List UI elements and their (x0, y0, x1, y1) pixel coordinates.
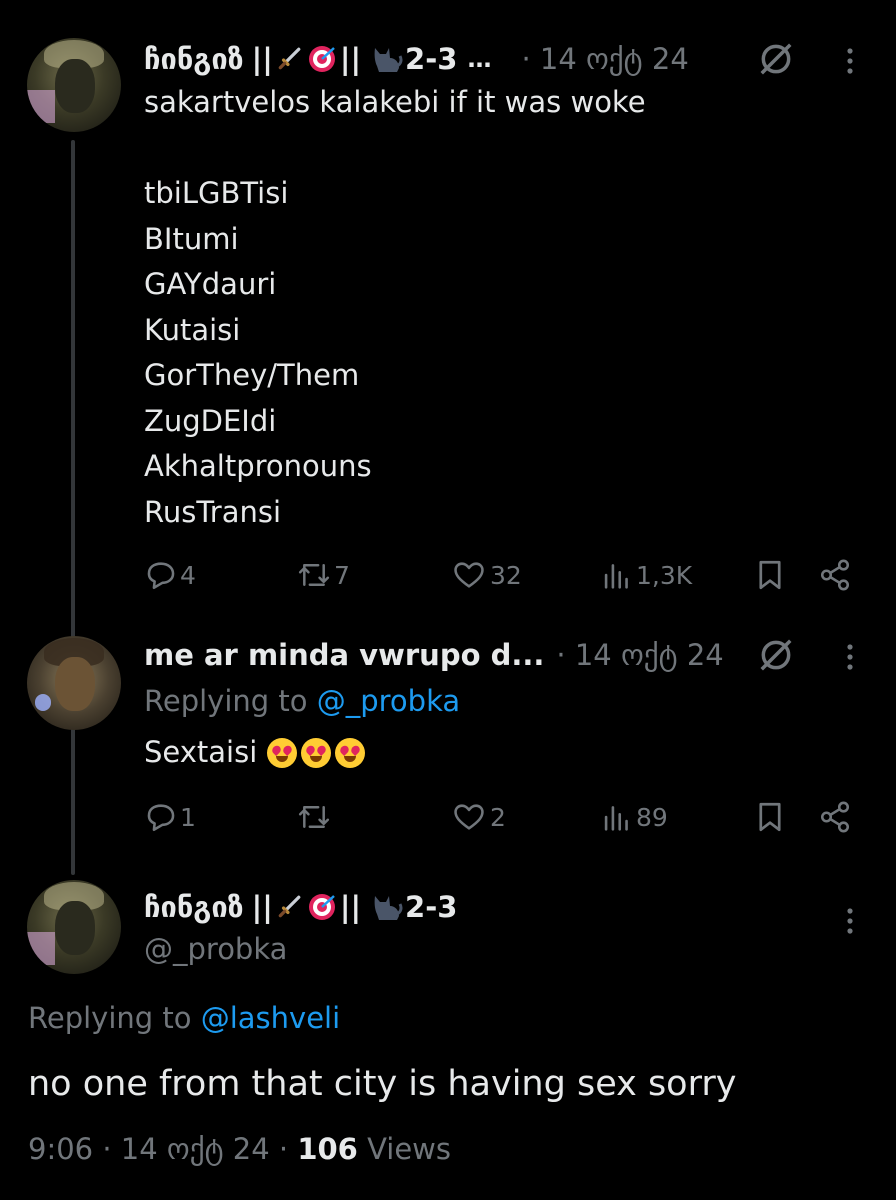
text-content: Sextaisi (144, 735, 258, 769)
reply-count: 1 (180, 802, 196, 832)
views-count: 89 (636, 802, 668, 832)
like-icon (454, 562, 484, 588)
text-line: sakartvelos kalakebi if it was woke (144, 85, 646, 119)
name-separator: || (251, 42, 273, 76)
text-line: Akhaltpronouns (144, 449, 372, 483)
tweet-meta: 9:06 · 14 ოქტ 24 · 106 Views (28, 1132, 451, 1166)
replying-handle-link[interactable]: @_probka (317, 684, 460, 718)
timestamp[interactable]: 9:06 · 14 ოქტ 24 · (28, 1132, 288, 1166)
author-handle[interactable]: @_probka (144, 932, 287, 966)
display-name[interactable]: ჩინგიზ (144, 42, 244, 76)
tweet-time[interactable]: · 14 ოქტ 24 (556, 638, 723, 672)
avatar[interactable] (27, 636, 121, 730)
replying-label: Replying to (144, 684, 308, 718)
name-suffix: 2-3 (405, 890, 458, 924)
reply-button[interactable]: 4 (144, 558, 196, 592)
like-count: 32 (490, 560, 522, 590)
bookmark-icon[interactable] (755, 558, 785, 592)
display-name[interactable]: me ar minda vwrupo d... (144, 638, 544, 672)
cat-icon (374, 48, 403, 72)
grok-icon[interactable] (757, 636, 795, 674)
repost-count: 7 (334, 560, 350, 590)
author-name[interactable]: ჩინგიზ || || 2-3 (144, 890, 457, 924)
views-icon (604, 564, 628, 589)
text-line: RusTransi (144, 494, 282, 529)
text-line: Kutaisi (144, 312, 241, 347)
like-icon (454, 804, 484, 830)
views-button[interactable]: 1,3K (602, 558, 692, 592)
heart-eyes-emoji (267, 730, 369, 776)
tweet-text: sakartvelos kalakebi if it was woke tbiL… (144, 80, 844, 535)
avatar[interactable] (27, 880, 121, 974)
replying-to: Replying to @lashveli (28, 1001, 340, 1035)
repost-icon (298, 564, 330, 586)
text-line: GAYdauri (144, 267, 277, 301)
like-button[interactable]: 32 (452, 558, 522, 592)
replying-label: Replying to (28, 1001, 192, 1035)
tweet-time[interactable]: · 14 ოქტ 24 (521, 42, 688, 76)
name-separator: || (339, 890, 362, 924)
like-button[interactable]: 2 (452, 800, 506, 834)
dagger-icon (278, 47, 301, 70)
target-icon (308, 894, 335, 920)
views-number: 106 (297, 1132, 358, 1166)
tweet-text: no one from that city is having sex sorr… (28, 1064, 737, 1104)
repost-button[interactable] (296, 800, 334, 834)
avatar[interactable] (27, 38, 121, 132)
text-line: GorThey/Them (144, 358, 360, 392)
cat-icon (374, 896, 403, 920)
share-icon[interactable] (818, 800, 852, 834)
reply-icon (147, 804, 175, 832)
replying-to: Replying to @_probka (144, 684, 460, 718)
more-icon[interactable] (840, 45, 860, 77)
text-line: ZugDEIdi (144, 403, 277, 438)
repost-button[interactable]: 7 (296, 558, 350, 592)
reply-button[interactable]: 1 (144, 800, 196, 834)
text-line: BItumi (144, 221, 239, 256)
tweet-text: Sextaisi (144, 730, 369, 776)
views-label: Views (367, 1132, 452, 1166)
more-icon[interactable] (840, 641, 860, 673)
views-icon (604, 806, 628, 831)
more-icon[interactable] (840, 905, 860, 937)
name-separator: || (251, 890, 273, 924)
reply-icon (147, 562, 175, 590)
views-button[interactable]: 89 (602, 800, 668, 834)
tweet-header: me ar minda vwrupo d... · 14 ოქტ 24 (144, 638, 724, 672)
display-name[interactable]: ჩინგიზ (144, 890, 244, 924)
dagger-icon (278, 895, 301, 918)
text-line: tbiLGBTisi (144, 176, 289, 210)
thread-line (71, 140, 75, 875)
share-icon[interactable] (818, 558, 852, 592)
text-line (144, 126, 844, 172)
views-count: 1,3K (636, 560, 693, 590)
name-ellipsis: … (467, 45, 492, 73)
tweet-header: ჩინგიზ || || 2-3 … · 14 ოქტ 24 (144, 42, 689, 76)
bookmark-icon[interactable] (755, 800, 785, 834)
like-count: 2 (490, 802, 506, 832)
name-separator: || (339, 42, 362, 76)
grok-icon[interactable] (757, 40, 795, 78)
reply-count: 4 (180, 560, 196, 590)
replying-handle-link[interactable]: @lashveli (201, 1001, 340, 1035)
repost-icon (298, 806, 330, 828)
name-suffix: 2-3 (405, 42, 458, 76)
target-icon (308, 46, 335, 72)
